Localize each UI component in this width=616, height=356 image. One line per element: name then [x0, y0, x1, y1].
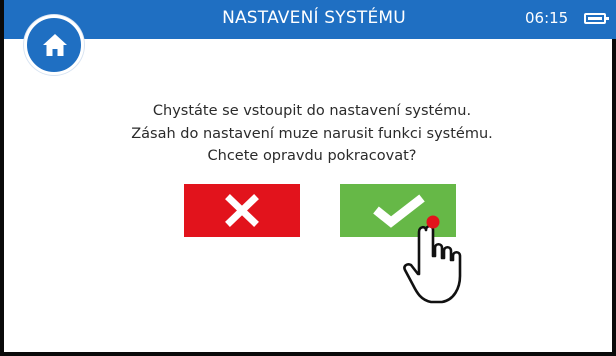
battery-icon — [584, 13, 609, 24]
message-line-1: Chystáte se vstoupit do nastavení systém… — [152, 103, 472, 119]
message-line-3: Chcete opravdu pokracovat? — [207, 148, 417, 164]
home-icon — [43, 34, 67, 56]
touch-point-icon — [426, 215, 440, 229]
close-icon — [225, 194, 259, 227]
confirmation-message: Chystáte se vstoupit do nastavení systém… — [84, 100, 540, 168]
message-line-2: Zásah do nastavení muze narusit funkci s… — [131, 125, 493, 142]
device-screen: NASTAVENÍ SYSTÉMU 06:15 Chystáte se vsto… — [0, 0, 616, 356]
home-button[interactable] — [24, 15, 84, 75]
clock-time: 06:15 — [525, 9, 569, 27]
cancel-button[interactable] — [184, 184, 300, 237]
page-title: NASTAVENÍ SYSTÉMU — [222, 8, 406, 28]
title-bar: NASTAVENÍ SYSTÉMU 06:15 — [4, 0, 616, 39]
hand-pointer-icon — [403, 215, 462, 304]
